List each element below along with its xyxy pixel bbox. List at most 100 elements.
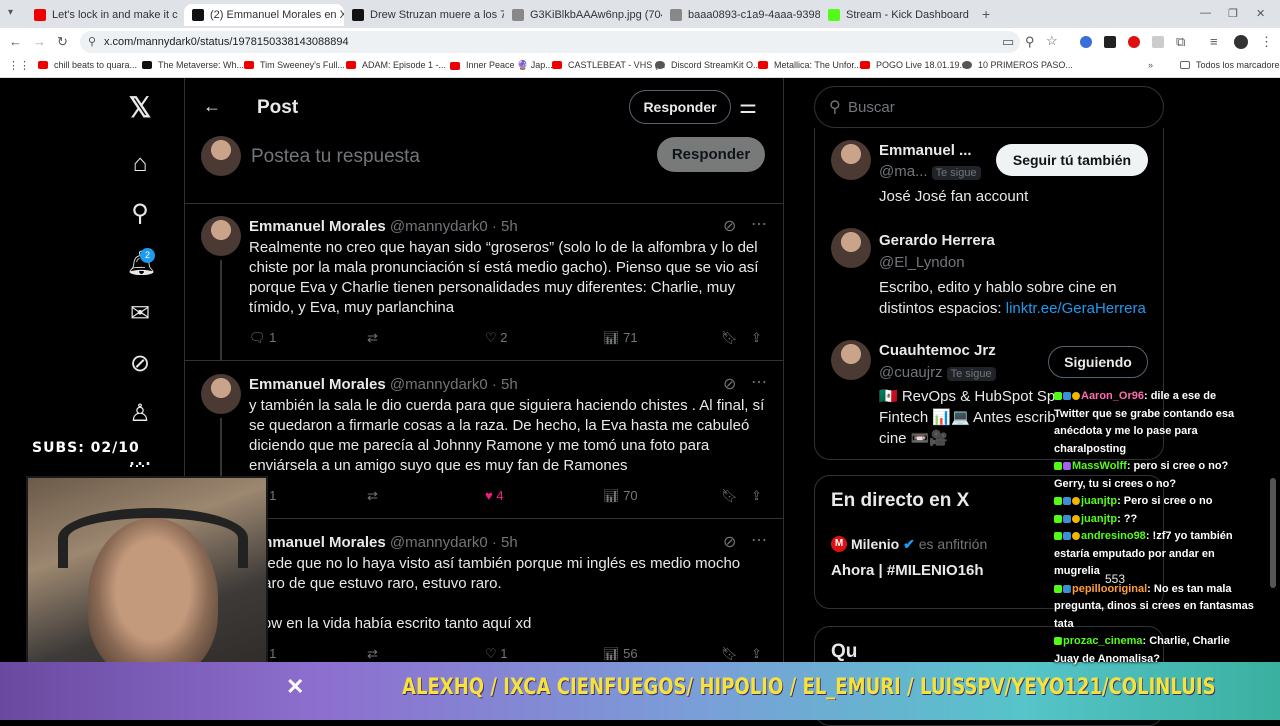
browser-tab-1[interactable]: Let's lock in and make it c 🔊 ✕ [26,4,184,26]
profile-avatar[interactable] [1234,35,1248,49]
tweet[interactable]: Emmanuel Morales @mannydark0 · 5h ⊘ ⋯ y … [185,362,783,519]
reply-submit-button[interactable]: Responder [657,137,765,172]
profile-icon[interactable]: ♙ [126,400,154,428]
avatar[interactable] [201,374,241,414]
bookmark-item[interactable]: Discord StreamKit O... [655,60,761,70]
puzzle-icon[interactable]: ⧉ [1176,34,1185,50]
minimize-icon[interactable]: — [1200,7,1211,19]
chat-user[interactable]: andresino98 [1081,530,1146,542]
forward-icon[interactable]: → [33,34,46,49]
new-tab-icon[interactable]: + [982,6,990,22]
following-button[interactable]: Siguiendo [1048,346,1148,378]
bookmark-item[interactable]: Metallica: The Unfor... [758,60,861,70]
chat-user[interactable]: Aaron_Or96 [1081,390,1144,402]
close-icon[interactable]: ✕ [969,9,978,22]
zoom-icon[interactable]: ⚲ [1025,34,1035,50]
liked-heart-icon[interactable]: ♥ 4 [485,488,504,503]
bio-link[interactable]: linktr.ee/GeraHerrera [1006,300,1146,317]
author-name[interactable]: Emmanuel Morales [249,218,386,235]
chat-user[interactable]: MassWolff [1072,460,1127,472]
browser-tab-5[interactable]: baaa0893-c1a9-4aaa-9398-97a ✕ [662,4,820,26]
more-bookmarks-icon[interactable]: » [1148,60,1153,70]
reply-icon[interactable]: 🗨︎ 1 [249,330,276,346]
extension-icon[interactable] [1128,36,1140,48]
more-options-icon[interactable]: ⋯ [751,372,767,392]
follow-back-button[interactable]: Seguir tú también [996,144,1148,176]
media-icon[interactable]: ≡ [1210,34,1218,49]
avatar[interactable] [831,340,871,380]
apps-icon[interactable]: ⋮⋮ [8,59,30,72]
more-options-icon[interactable]: ⋯ [751,530,767,550]
more-options-icon[interactable]: ⋯ [751,214,767,234]
user-name[interactable]: Cuauhtemoc Jrz [879,342,996,359]
bookmark-item[interactable]: CASTLEBEAT - VHS (... [552,60,665,70]
live-show-title[interactable]: Ahora | #MILENIO16h [831,562,984,579]
avatar[interactable] [831,228,871,268]
bookmark-item[interactable]: Inner Peace 🔮 Jap... [450,60,553,71]
bookmark-icon[interactable]: 🔖︎ [721,646,738,662]
extension-icon[interactable] [1080,36,1092,48]
repost-icon[interactable]: ⇄ [367,646,378,662]
browser-tab-6[interactable]: Stream - Kick Dashboard ✕ [820,4,978,26]
grok-icon[interactable]: ⊘ [723,532,736,552]
author-name[interactable]: Emmanuel Morales [249,376,386,393]
chat-user[interactable]: prozac_cinema [1063,635,1142,647]
bookmark-item[interactable]: chill beats to quara... [38,60,137,70]
tweet-author[interactable]: Emmanuel Morales @mannydark0 · 5h [249,376,518,393]
bookmark-item[interactable]: ADAM: Episode 1 -... [346,60,446,70]
cast-icon[interactable]: ▭ [1002,34,1014,50]
bookmark-item[interactable]: POGO Live 18.01.19... [860,60,967,70]
messages-icon[interactable]: ✉ [126,300,154,328]
user-name[interactable]: Emmanuel ... [879,142,972,159]
menu-icon[interactable]: ⋮ [1260,34,1273,50]
back-icon[interactable]: ← [9,34,22,49]
like-icon[interactable]: ♡ 1 [485,646,508,662]
home-icon[interactable]: ⌂ [126,150,154,178]
user-handle[interactable]: @cuaujrzTe sigue [879,364,996,381]
browser-tab-4[interactable]: G3KiBlkbAAAw6np.jpg (704×9 ✕ [504,4,662,26]
author-name[interactable]: Emmanuel Morales [249,534,386,551]
reply-input[interactable]: Postea tu respuesta [251,146,420,168]
bookmark-item[interactable]: 10 PRIMEROS PASO... [962,60,1073,70]
repost-icon[interactable]: ⇄ [367,488,378,504]
grok-icon[interactable]: ⊘ [723,374,736,394]
grok-icon[interactable]: ⊘ [126,350,154,378]
browser-tab-3[interactable]: Drew Struzan muere a los 78 a ✕ [344,4,504,26]
browser-tab-2[interactable]: (2) Emmanuel Morales en X: "... ✕ [184,4,344,26]
chat-user[interactable]: juanjtp [1081,513,1117,525]
share-icon[interactable]: ⇪ [751,646,762,662]
author-handle[interactable]: @mannydark0 · 5h [390,218,518,235]
site-info-icon[interactable]: ⚲ [88,35,96,48]
back-arrow-icon[interactable]: ← [203,96,221,117]
extension-icon[interactable] [1104,36,1116,48]
chat-user[interactable]: juanjtp [1081,495,1117,507]
grok-icon[interactable]: ⊘ [723,216,736,236]
search-icon[interactable]: ⚲ [126,200,154,228]
author-handle[interactable]: @mannydark0 · 5h [390,376,518,393]
chat-user[interactable]: pepillooriginal [1072,583,1147,595]
search-input[interactable]: ⚲ Buscar [814,86,1164,128]
window-close-icon[interactable]: ✕ [1256,7,1265,20]
reload-icon[interactable]: ↻ [57,34,68,50]
maximize-icon[interactable]: ❐ [1228,7,1238,20]
bookmark-item[interactable]: The Metaverse: Wh... [142,60,244,70]
reply-button-header[interactable]: Responder [629,90,731,124]
author-handle[interactable]: @mannydark0 · 5h [390,534,518,551]
avatar[interactable] [201,136,241,176]
tweet-author[interactable]: Emmanuel Morales @mannydark0 · 5h [249,534,518,551]
bookmark-item[interactable]: Tim Sweeney's Full... [244,60,345,70]
url-field[interactable]: ⚲ x.com/mannydark0/status/19781503381430… [80,31,1020,53]
views-icon[interactable]: 📊︎ 71 [603,330,638,346]
repost-icon[interactable]: ⇄ [367,330,378,346]
live-host[interactable]: Milenio ✔ es anfitrión [851,536,987,553]
avatar[interactable] [831,140,871,180]
all-bookmarks[interactable]: Todos los marcadores [1180,60,1280,70]
bookmark-icon[interactable]: 🔖︎ [721,330,738,346]
tweet-author[interactable]: Emmanuel Morales @mannydark0 · 5h [249,218,518,235]
extension-icon[interactable] [1152,36,1164,48]
tweet[interactable]: Emmanuel Morales @mannydark0 · 5h ⊘ ⋯ Re… [185,204,783,361]
share-icon[interactable]: ⇪ [751,488,762,504]
bookmark-icon[interactable]: 🔖︎ [721,488,738,504]
like-icon[interactable]: ♡ 2 [485,330,508,346]
settings-sliders-icon[interactable]: ⚌ [739,94,757,119]
